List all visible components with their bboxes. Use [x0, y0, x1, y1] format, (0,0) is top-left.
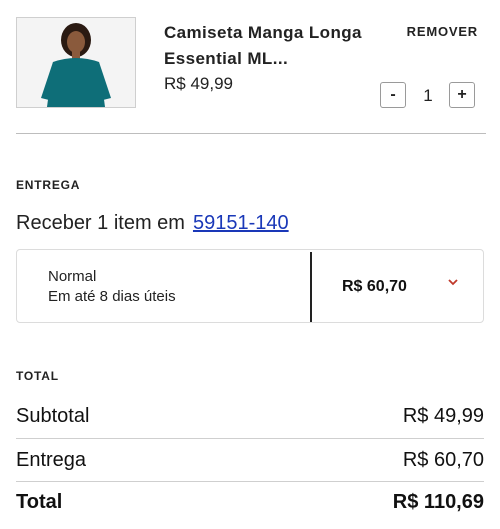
delivery-label: Entrega — [16, 449, 87, 471]
receive-line: Receber 1 item em 59151-140 — [16, 212, 289, 235]
quantity-value: 1 — [423, 86, 433, 105]
shipping-option-eta: Em até 8 dias úteis — [48, 288, 176, 305]
product-photo — [17, 18, 135, 107]
quantity-decrease-button[interactable]: - — [380, 82, 406, 108]
remove-button[interactable]: REMOVER — [407, 24, 478, 39]
delivery-section-title: ENTREGA — [16, 178, 81, 192]
row-divider — [16, 438, 484, 439]
quantity-increase-button[interactable]: + — [449, 82, 475, 108]
grand-total-label: Total — [16, 491, 63, 513]
delivery-value: R$ 60,70 — [402, 449, 484, 471]
section-divider — [16, 133, 486, 134]
subtotal-row: Subtotal R$ 49,99 — [16, 405, 484, 428]
shipping-separator — [310, 252, 312, 322]
total-section-title: TOTAL — [16, 369, 59, 383]
product-title[interactable]: Camiseta Manga Longa Essential ML... — [164, 20, 364, 72]
subtotal-label: Subtotal — [16, 405, 90, 427]
delivery-row: Entrega R$ 60,70 — [16, 449, 484, 472]
subtotal-value: R$ 49,99 — [402, 405, 484, 427]
product-price: R$ 49,99 — [164, 74, 233, 93]
zip-code-link[interactable]: 59151-140 — [193, 212, 289, 234]
product-image[interactable] — [16, 17, 136, 108]
grand-total-row: Total R$ 110,69 — [16, 491, 484, 514]
shipping-option-select[interactable]: Normal Em até 8 dias úteis R$ 60,70 — [16, 249, 484, 323]
shipping-option-price: R$ 60,70 — [342, 278, 407, 295]
shipping-option-name: Normal — [48, 268, 97, 285]
row-divider — [16, 481, 484, 482]
grand-total-value: R$ 110,69 — [392, 491, 484, 513]
chevron-down-icon[interactable] — [447, 276, 459, 288]
receive-prefix: Receber 1 item em — [16, 212, 185, 234]
